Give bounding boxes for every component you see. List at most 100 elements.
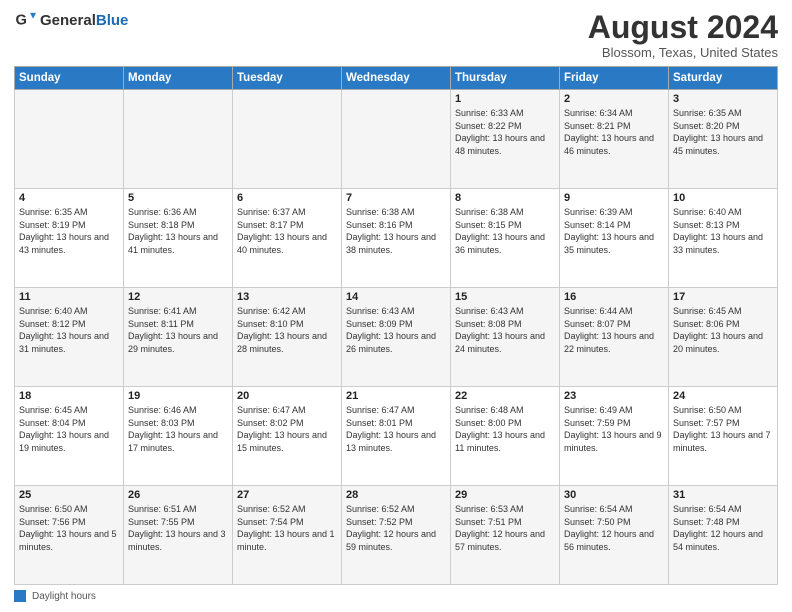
- logo-general: General: [40, 12, 96, 29]
- footer-label: Daylight hours: [32, 591, 96, 602]
- calendar-cell: [124, 90, 233, 189]
- day-info: Sunrise: 6:40 AM Sunset: 8:13 PM Dayligh…: [673, 206, 773, 256]
- day-number: 19: [128, 390, 228, 402]
- calendar-cell: 13 Sunrise: 6:42 AM Sunset: 8:10 PM Dayli…: [233, 288, 342, 387]
- day-number: 25: [19, 489, 119, 501]
- day-info: Sunrise: 6:43 AM Sunset: 8:08 PM Dayligh…: [455, 305, 555, 355]
- day-info: Sunrise: 6:52 AM Sunset: 7:52 PM Dayligh…: [346, 503, 446, 553]
- calendar-cell: [342, 90, 451, 189]
- day-info: Sunrise: 6:35 AM Sunset: 8:19 PM Dayligh…: [19, 206, 119, 256]
- calendar-week-row: 4 Sunrise: 6:35 AM Sunset: 8:19 PM Daylig…: [15, 189, 778, 288]
- day-number: 9: [564, 192, 664, 204]
- logo: G GeneralBlue: [14, 10, 128, 32]
- day-info: Sunrise: 6:38 AM Sunset: 8:16 PM Dayligh…: [346, 206, 446, 256]
- day-info: Sunrise: 6:54 AM Sunset: 7:48 PM Dayligh…: [673, 503, 773, 553]
- calendar-cell: 22 Sunrise: 6:48 AM Sunset: 8:00 PM Dayli…: [451, 387, 560, 486]
- calendar-cell: 24 Sunrise: 6:50 AM Sunset: 7:57 PM Dayli…: [669, 387, 778, 486]
- calendar-cell: 3 Sunrise: 6:35 AM Sunset: 8:20 PM Daylig…: [669, 90, 778, 189]
- day-info: Sunrise: 6:35 AM Sunset: 8:20 PM Dayligh…: [673, 107, 773, 157]
- day-info: Sunrise: 6:49 AM Sunset: 7:59 PM Dayligh…: [564, 404, 664, 454]
- calendar-body: 1Sunrise: 6:33 AM Sunset: 8:22 PM Daylig…: [15, 90, 778, 585]
- day-info: Sunrise: 6:33 AM Sunset: 8:22 PM Dayligh…: [455, 107, 555, 157]
- day-number: 13: [237, 291, 337, 303]
- calendar-header-cell: Wednesday: [342, 67, 451, 90]
- svg-text:G: G: [15, 13, 26, 29]
- day-number: 22: [455, 390, 555, 402]
- calendar-cell: 16 Sunrise: 6:44 AM Sunset: 8:07 PM Dayli…: [560, 288, 669, 387]
- day-number: 14: [346, 291, 446, 303]
- day-info: Sunrise: 6:39 AM Sunset: 8:14 PM Dayligh…: [564, 206, 664, 256]
- calendar-cell: 23 Sunrise: 6:49 AM Sunset: 7:59 PM Dayli…: [560, 387, 669, 486]
- calendar-cell: 5Sunrise: 6:36 AM Sunset: 8:18 PM Daylig…: [124, 189, 233, 288]
- day-number: 31: [673, 489, 773, 501]
- calendar-cell: 2 Sunrise: 6:34 AM Sunset: 8:21 PM Daylig…: [560, 90, 669, 189]
- day-info: Sunrise: 6:48 AM Sunset: 8:00 PM Dayligh…: [455, 404, 555, 454]
- day-info: Sunrise: 6:37 AM Sunset: 8:17 PM Dayligh…: [237, 206, 337, 256]
- calendar-week-row: 25Sunrise: 6:50 AM Sunset: 7:56 PM Dayli…: [15, 486, 778, 585]
- day-number: 21: [346, 390, 446, 402]
- calendar-cell: 4 Sunrise: 6:35 AM Sunset: 8:19 PM Daylig…: [15, 189, 124, 288]
- day-number: 27: [237, 489, 337, 501]
- calendar-header-cell: Tuesday: [233, 67, 342, 90]
- day-info: Sunrise: 6:44 AM Sunset: 8:07 PM Dayligh…: [564, 305, 664, 355]
- calendar-cell: 27 Sunrise: 6:52 AM Sunset: 7:54 PM Dayli…: [233, 486, 342, 585]
- day-number: 2: [564, 93, 664, 105]
- calendar-cell: 7Sunrise: 6:38 AM Sunset: 8:16 PM Daylig…: [342, 189, 451, 288]
- day-number: 29: [455, 489, 555, 501]
- day-info: Sunrise: 6:45 AM Sunset: 8:06 PM Dayligh…: [673, 305, 773, 355]
- day-info: Sunrise: 6:50 AM Sunset: 7:57 PM Dayligh…: [673, 404, 773, 454]
- day-info: Sunrise: 6:43 AM Sunset: 8:09 PM Dayligh…: [346, 305, 446, 355]
- day-number: 23: [564, 390, 664, 402]
- calendar-week-row: 18 Sunrise: 6:45 AM Sunset: 8:04 PM Dayli…: [15, 387, 778, 486]
- day-info: Sunrise: 6:42 AM Sunset: 8:10 PM Dayligh…: [237, 305, 337, 355]
- calendar-cell: 17 Sunrise: 6:45 AM Sunset: 8:06 PM Dayli…: [669, 288, 778, 387]
- day-info: Sunrise: 6:52 AM Sunset: 7:54 PM Dayligh…: [237, 503, 337, 553]
- day-info: Sunrise: 6:47 AM Sunset: 8:01 PM Dayligh…: [346, 404, 446, 454]
- calendar-week-row: 11 Sunrise: 6:40 AM Sunset: 8:12 PM Dayli…: [15, 288, 778, 387]
- page-subtitle: Blossom, Texas, United States: [588, 45, 778, 60]
- calendar-cell: [15, 90, 124, 189]
- calendar-header-cell: Sunday: [15, 67, 124, 90]
- day-info: Sunrise: 6:54 AM Sunset: 7:50 PM Dayligh…: [564, 503, 664, 553]
- calendar-cell: 29 Sunrise: 6:53 AM Sunset: 7:51 PM Dayli…: [451, 486, 560, 585]
- day-number: 24: [673, 390, 773, 402]
- calendar-cell: 20Sunrise: 6:47 AM Sunset: 8:02 PM Dayli…: [233, 387, 342, 486]
- day-number: 18: [19, 390, 119, 402]
- calendar-week-row: 1Sunrise: 6:33 AM Sunset: 8:22 PM Daylig…: [15, 90, 778, 189]
- footer: Daylight hours: [14, 590, 778, 602]
- calendar-table: SundayMondayTuesdayWednesdayThursdayFrid…: [14, 66, 778, 585]
- day-number: 4: [19, 192, 119, 204]
- day-info: Sunrise: 6:45 AM Sunset: 8:04 PM Dayligh…: [19, 404, 119, 454]
- calendar-header-cell: Friday: [560, 67, 669, 90]
- page-title: August 2024: [588, 10, 778, 45]
- day-info: Sunrise: 6:41 AM Sunset: 8:11 PM Dayligh…: [128, 305, 228, 355]
- day-number: 11: [19, 291, 119, 303]
- calendar-cell: 26Sunrise: 6:51 AM Sunset: 7:55 PM Dayli…: [124, 486, 233, 585]
- day-number: 20: [237, 390, 337, 402]
- day-number: 12: [128, 291, 228, 303]
- day-info: Sunrise: 6:38 AM Sunset: 8:15 PM Dayligh…: [455, 206, 555, 256]
- calendar-cell: 30Sunrise: 6:54 AM Sunset: 7:50 PM Dayli…: [560, 486, 669, 585]
- calendar-cell: 31 Sunrise: 6:54 AM Sunset: 7:48 PM Dayli…: [669, 486, 778, 585]
- calendar-cell: 15Sunrise: 6:43 AM Sunset: 8:08 PM Dayli…: [451, 288, 560, 387]
- calendar-cell: [233, 90, 342, 189]
- calendar-cell: 10 Sunrise: 6:40 AM Sunset: 8:13 PM Dayli…: [669, 189, 778, 288]
- day-info: Sunrise: 6:34 AM Sunset: 8:21 PM Dayligh…: [564, 107, 664, 157]
- calendar-header-cell: Monday: [124, 67, 233, 90]
- calendar-cell: 6Sunrise: 6:37 AM Sunset: 8:17 PM Daylig…: [233, 189, 342, 288]
- calendar-cell: 25Sunrise: 6:50 AM Sunset: 7:56 PM Dayli…: [15, 486, 124, 585]
- day-info: Sunrise: 6:53 AM Sunset: 7:51 PM Dayligh…: [455, 503, 555, 553]
- day-info: Sunrise: 6:40 AM Sunset: 8:12 PM Dayligh…: [19, 305, 119, 355]
- calendar-cell: 8Sunrise: 6:38 AM Sunset: 8:15 PM Daylig…: [451, 189, 560, 288]
- logo-blue: Blue: [96, 12, 129, 29]
- day-info: Sunrise: 6:51 AM Sunset: 7:55 PM Dayligh…: [128, 503, 228, 553]
- calendar-cell: 28Sunrise: 6:52 AM Sunset: 7:52 PM Dayli…: [342, 486, 451, 585]
- calendar-header-cell: Saturday: [669, 67, 778, 90]
- logo-icon: G: [14, 10, 36, 32]
- day-number: 16: [564, 291, 664, 303]
- day-number: 3: [673, 93, 773, 105]
- day-number: 17: [673, 291, 773, 303]
- calendar-header-row: SundayMondayTuesdayWednesdayThursdayFrid…: [15, 67, 778, 90]
- day-number: 10: [673, 192, 773, 204]
- calendar-cell: 18 Sunrise: 6:45 AM Sunset: 8:04 PM Dayli…: [15, 387, 124, 486]
